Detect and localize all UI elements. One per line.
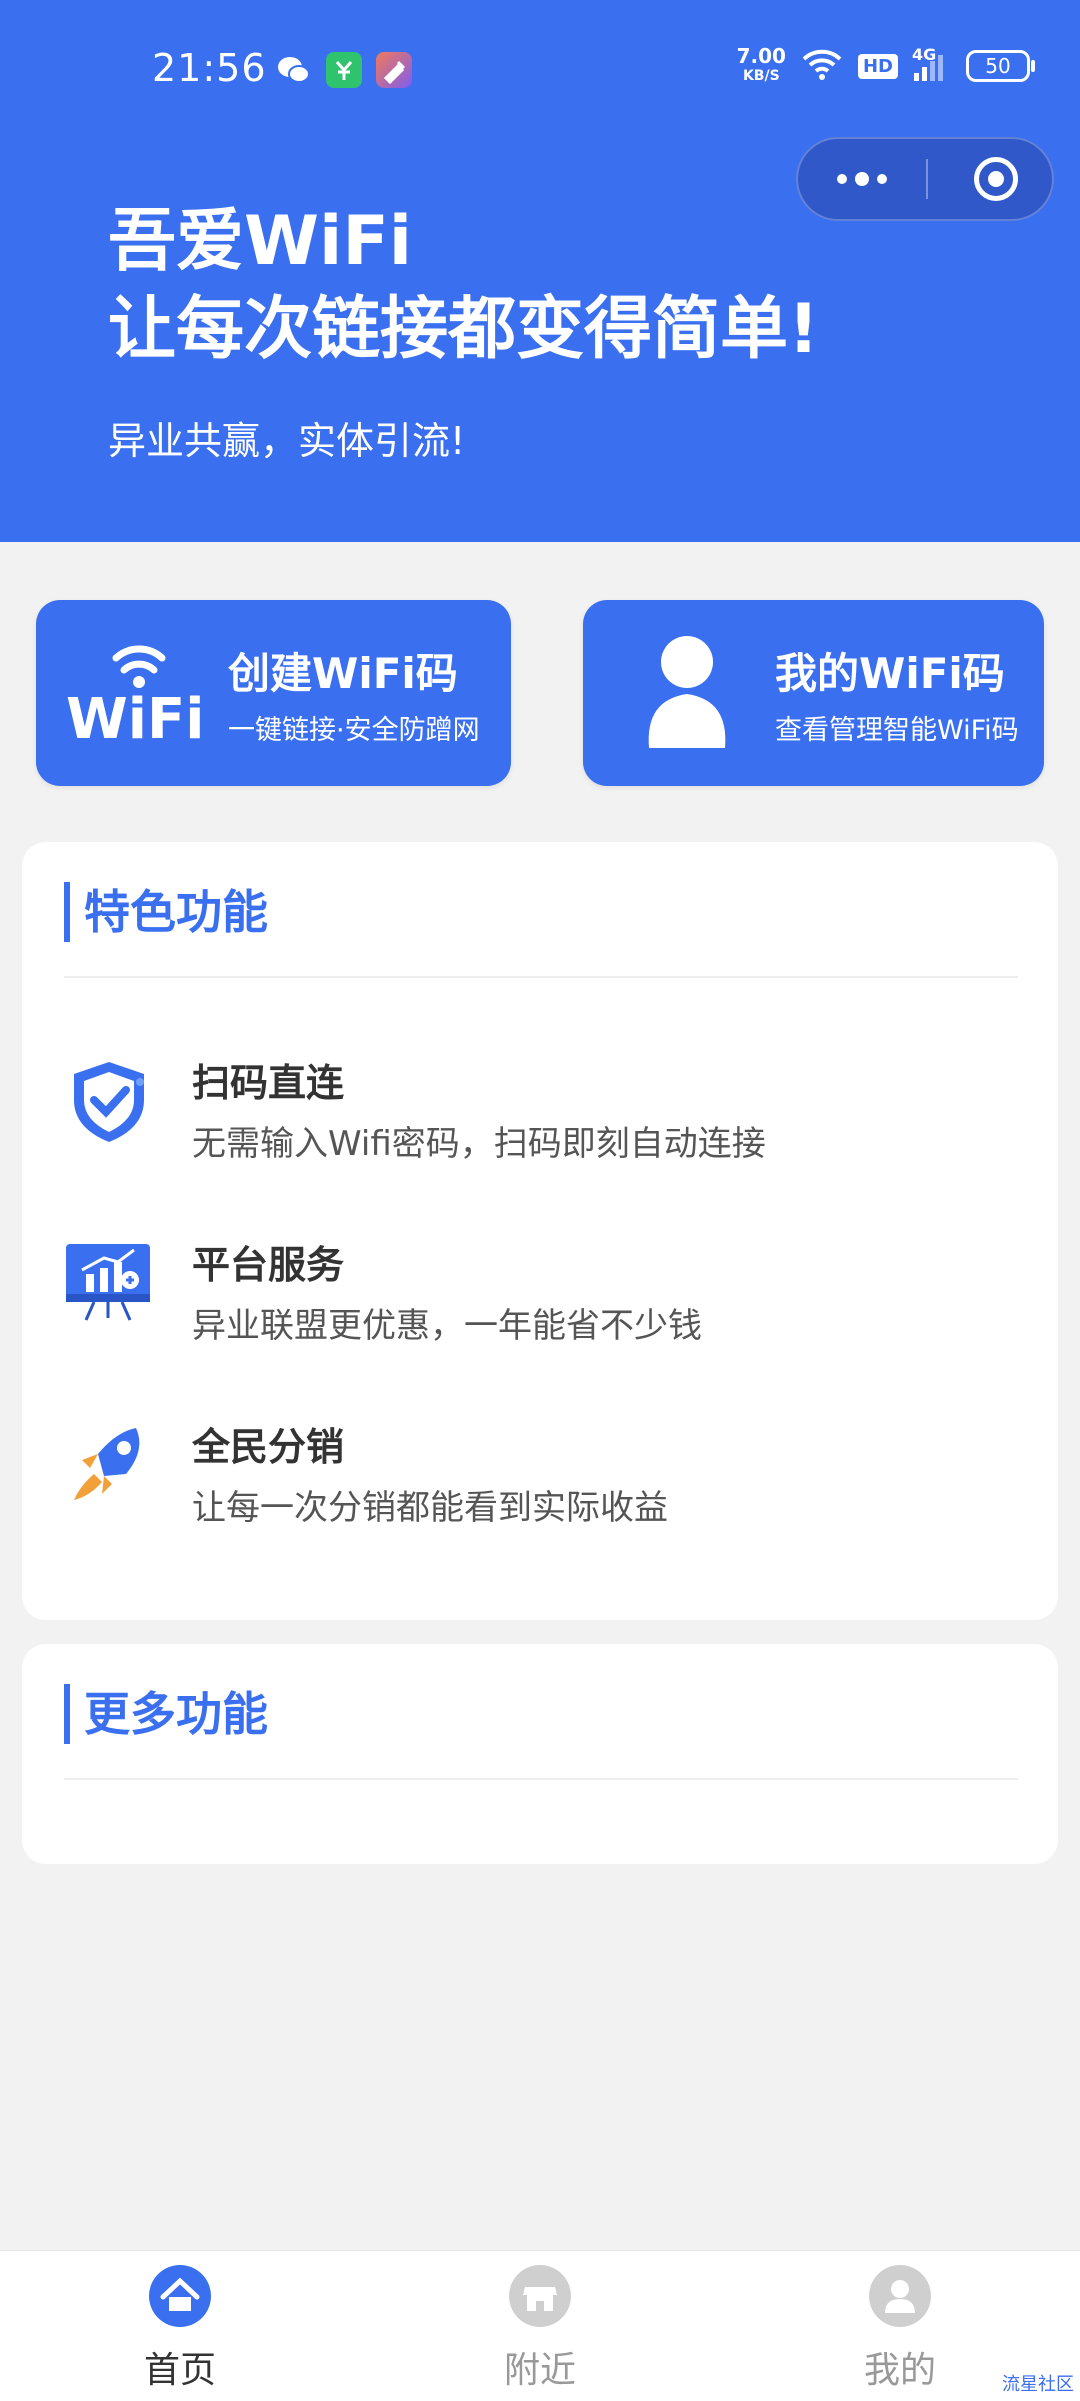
svg-text:WiFi: WiFi (66, 687, 204, 748)
hd-badge: HD (857, 53, 898, 79)
chart-board-icon (66, 1244, 150, 1321)
feature-desc: 让每一次分销都能看到实际收益 (192, 1488, 668, 1528)
feature-desc: 异业联盟更优惠，一年能省不少钱 (192, 1306, 702, 1346)
feature-distribution[interactable]: 全民分销 让每一次分销都能看到实际收益 (64, 1420, 994, 1560)
battery-indicator: 50 (966, 50, 1035, 82)
divider (64, 976, 1018, 978)
wechat-icon (276, 52, 312, 88)
home-icon (149, 2265, 211, 2327)
system-status: 7.00 KB/S HD 4G 50 (736, 44, 1035, 86)
feature-name: 扫码直连 (192, 1061, 345, 1105)
features-panel: 特色功能 扫码直连 无需输入Wifi密码，扫码即刻自动连接 平台服务 异业联盟更… (22, 842, 1058, 1620)
cell-signal-icon: 4G (912, 45, 952, 83)
status-bar: 21:56 7.00 KB/S HD 4G 50 (0, 0, 1080, 140)
more-features-panel: 更多功能 (22, 1644, 1058, 1864)
notification-icons (276, 52, 412, 88)
create-wifi-desc: 一键链接·安全防蹭网 (228, 715, 480, 746)
status-time: 21:56 (152, 46, 267, 90)
tab-mine[interactable]: 我的 (800, 2265, 1000, 2401)
capsule-divider (926, 159, 928, 199)
person-icon (648, 636, 726, 748)
my-wifi-desc: 查看管理智能WiFi码 (775, 715, 1019, 746)
mini-program-capsule (796, 137, 1054, 221)
create-wifi-code-button[interactable]: WiFi 创建WiFi码 一键链接·安全防蹭网 (36, 600, 511, 786)
my-wifi-code-button[interactable]: 我的WiFi码 查看管理智能WiFi码 (583, 600, 1044, 786)
watermark: 流星社区 (1002, 2374, 1074, 2395)
tab-label: 首页 (143, 2350, 216, 2391)
target-circle-icon[interactable] (974, 157, 1018, 201)
wifi-signal-icon (800, 47, 844, 85)
rocket-icon (74, 1428, 140, 1500)
shopping-app-icon (326, 52, 362, 88)
feature-platform-service[interactable]: 平台服务 异业联盟更优惠，一年能省不少钱 (64, 1238, 994, 1378)
hero-title: 吾爱WiFi 让每次链接都变得简单! (108, 202, 820, 369)
wifi-logo-icon: WiFi (66, 645, 204, 748)
features-panel-title: 特色功能 (64, 882, 268, 942)
tab-home[interactable]: 首页 (80, 2265, 280, 2401)
app-icon (376, 52, 412, 88)
tab-nearby[interactable]: 附近 (440, 2265, 640, 2401)
feature-desc: 无需输入Wifi密码，扫码即刻自动连接 (192, 1124, 766, 1164)
my-wifi-title: 我的WiFi码 (775, 649, 1005, 698)
feature-scan-connect[interactable]: 扫码直连 无需输入Wifi密码，扫码即刻自动连接 (64, 1056, 994, 1196)
hero-subtitle: 异业共赢，实体引流! (108, 419, 466, 463)
tab-label: 附近 (503, 2350, 576, 2391)
shield-check-icon (74, 1062, 144, 1142)
more-panel-title: 更多功能 (64, 1684, 268, 1744)
user-icon (869, 2265, 931, 2327)
network-speed: 7.00 KB/S (736, 44, 786, 84)
feature-name: 全民分销 (192, 1425, 345, 1469)
divider (64, 1778, 1018, 1780)
header-banner: 21:56 7.00 KB/S HD 4G 50 吾爱WiFi 让每次链接都变得… (0, 0, 1080, 542)
store-icon (509, 2265, 571, 2327)
feature-name: 平台服务 (192, 1243, 345, 1287)
create-wifi-title: 创建WiFi码 (228, 649, 458, 698)
tab-label: 我的 (863, 2350, 936, 2391)
bottom-tab-bar: 首页 附近 我的 (0, 2250, 1080, 2401)
